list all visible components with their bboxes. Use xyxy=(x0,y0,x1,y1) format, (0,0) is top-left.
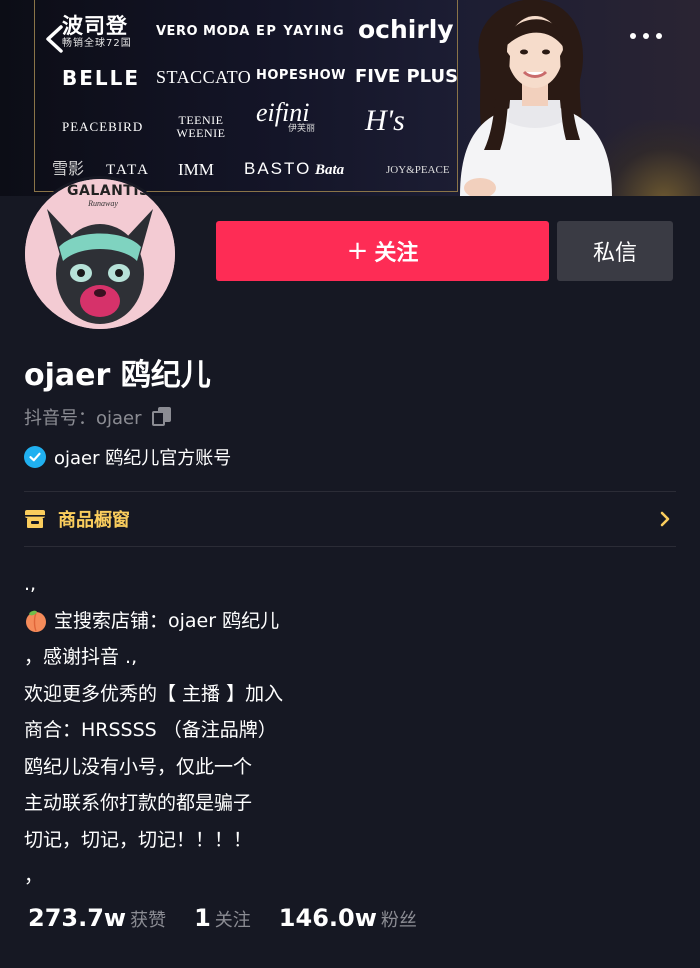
bio-line-text: ，感谢抖音 ., xyxy=(24,646,138,668)
avatar[interactable]: GALANTIS Runaway xyxy=(22,176,178,332)
brand-bosideng-tagline: 畅销全球72国 xyxy=(62,38,132,49)
brand-staccato: STACCATO xyxy=(156,67,252,87)
back-chevron-icon[interactable] xyxy=(42,24,68,54)
verified-row: ojaer 鸥纪儿官方账号 xyxy=(24,444,231,470)
follow-button[interactable]: + 关注 xyxy=(216,221,549,281)
bio-line: 欢迎更多优秀的【 主播 】加入 xyxy=(24,676,674,713)
banner-model-image xyxy=(440,0,620,196)
followers-label: 粉丝 xyxy=(380,910,417,931)
follow-button-label: 关注 xyxy=(374,241,419,266)
bio-line-text: 宝搜索店铺：ojaer 鸥纪儿 xyxy=(54,609,280,632)
shop-window-row[interactable]: 商品橱窗 xyxy=(24,492,676,546)
likes-label: 获赞 xyxy=(130,910,167,931)
bio-line-text: 鸥纪儿没有小号，仅此一个 xyxy=(24,755,253,778)
likes-stat[interactable]: 273.7w 获赞 xyxy=(28,904,166,932)
brand-bata: Bata xyxy=(315,162,345,178)
verified-check-icon xyxy=(24,446,46,468)
brand-vero-moda: VERO MODA xyxy=(156,24,250,39)
brand-bosideng: 波司登 xyxy=(62,14,128,38)
bio-line-text: ， xyxy=(24,865,44,887)
bio-line: 主动联系你打款的都是骗子 xyxy=(24,785,674,822)
bio-line-text: 欢迎更多优秀的【 主播 】加入 xyxy=(24,682,284,705)
shop-icon xyxy=(25,510,45,528)
plus-icon: + xyxy=(346,236,369,266)
following-count: 1 xyxy=(194,904,211,932)
brand-eifini: eifini xyxy=(256,98,310,127)
bio-line-text: 主动联系你打款的都是骗子 xyxy=(24,792,253,814)
brand-ep-yaying: EP YAYING xyxy=(256,24,346,39)
shop-window-label: 商品橱窗 xyxy=(58,510,130,531)
profile-nickname: ojaer 鸥纪儿 xyxy=(24,358,211,393)
brand-hs: H's xyxy=(365,104,405,137)
bio-line: 鸥纪儿没有小号，仅此一个 xyxy=(24,749,674,786)
brand-teenie-weenie: TEENIE WEENIE xyxy=(176,113,226,140)
following-label: 关注 xyxy=(214,910,251,931)
bio-line-text: 商合：HRSSSS （备注品牌） xyxy=(24,719,277,741)
more-dots-icon[interactable] xyxy=(630,24,662,48)
brand-hopeshow: HOPESHOW xyxy=(256,68,346,83)
copy-icon[interactable] xyxy=(151,407,172,427)
likes-count: 273.7w xyxy=(28,904,127,932)
bio-line: 宝搜索店铺：ojaer 鸥纪儿 xyxy=(24,603,674,640)
brand-imm: IMM xyxy=(178,160,214,179)
following-stat[interactable]: 1 关注 xyxy=(194,904,251,932)
bio-line: ., xyxy=(24,566,674,603)
bio-line: ，感谢抖音 ., xyxy=(24,639,674,676)
bio-line-text: ., xyxy=(24,573,37,595)
brand-eifini-chinese: 伊芙丽 xyxy=(288,124,316,134)
peach-emoji-icon xyxy=(26,610,46,632)
message-button-label: 私信 xyxy=(592,241,637,266)
profile-bio: ., 宝搜索店铺：ojaer 鸥纪儿 ，感谢抖音 ., 欢迎更多优秀的【 主播 … xyxy=(24,566,674,895)
brand-belle: BELLE xyxy=(62,66,141,90)
brand-basto: BASTO xyxy=(244,159,312,178)
message-button[interactable]: 私信 xyxy=(557,221,673,281)
divider-bottom xyxy=(24,546,676,547)
verified-label: ojaer 鸥纪儿官方账号 xyxy=(54,448,232,469)
avatar-brand-text: GALANTIS xyxy=(67,183,150,199)
bio-line: 切记，切记，切记！！！！ xyxy=(24,822,674,859)
bio-line-text: 切记，切记，切记！！！！ xyxy=(24,828,253,851)
bio-line: 商合：HRSSSS （备注品牌） xyxy=(24,712,674,749)
profile-stats: 273.7w 获赞 1 关注 146.0w 粉丝 xyxy=(28,904,445,932)
followers-count: 146.0w xyxy=(278,904,377,932)
bio-line: ， xyxy=(24,858,674,895)
brand-tata: TATA xyxy=(106,162,150,178)
brand-xueying: 雪影 xyxy=(52,159,85,178)
brand-peacebird: PEACEBIRD xyxy=(62,119,144,134)
douyin-id-row: 抖音号：ojaer xyxy=(24,404,172,430)
avatar-brand-subtext: Runaway xyxy=(88,199,118,208)
followers-stat[interactable]: 146.0w 粉丝 xyxy=(279,904,417,932)
profile-banner: 波司登 畅销全球72国 VERO MODA EP YAYING ochirly … xyxy=(0,0,700,196)
chevron-right-icon xyxy=(660,511,670,527)
douyin-id-text: 抖音号：ojaer xyxy=(24,408,142,429)
